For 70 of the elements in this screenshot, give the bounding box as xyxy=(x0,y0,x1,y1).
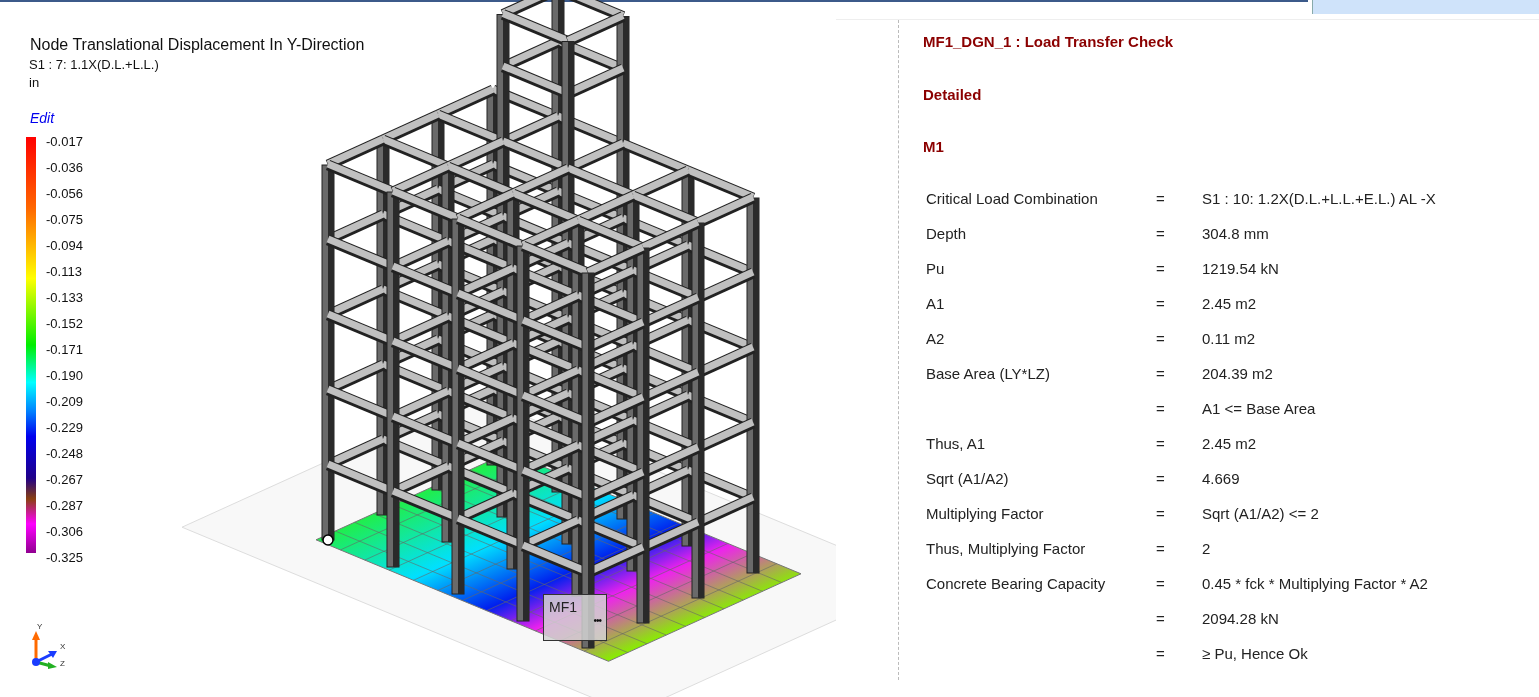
equals-sign: = xyxy=(1156,259,1166,279)
parameter-value: 304.8 mm xyxy=(1202,224,1270,244)
equals-sign: = xyxy=(1156,504,1166,524)
parameter-label: Base Area (LY*LZ) xyxy=(926,364,1051,384)
equals-sign: = xyxy=(1156,609,1166,629)
equals-sign: = xyxy=(1156,434,1166,454)
legend-value: -0.267 xyxy=(46,471,83,489)
parameter-value: 2 xyxy=(1202,539,1212,559)
parameter-value: 0.45 * fck * Multiplying Factor * A2 xyxy=(1202,574,1429,594)
section-heading: Detailed xyxy=(923,85,983,105)
axis-label: Y xyxy=(37,622,43,631)
parameter-value: 2.45 m2 xyxy=(1202,434,1258,454)
legend-value: -0.171 xyxy=(46,341,83,359)
legend-value: -0.094 xyxy=(46,237,83,255)
equals-sign: = xyxy=(1156,329,1166,349)
equals-sign: = xyxy=(1156,539,1166,559)
parameter-label: Critical Load Combination xyxy=(926,189,1099,209)
result-title: Node Translational Displacement In Y-Direction xyxy=(30,35,366,55)
member-heading: M1 xyxy=(923,137,945,157)
report-title: MF1_DGN_1 : Load Transfer Check xyxy=(923,32,1175,52)
more-button[interactable]: ••• xyxy=(593,615,601,627)
axis-triad-icon xyxy=(32,631,57,669)
parameter-value: 4.669 xyxy=(1202,469,1241,489)
parameter-value: 0.11 m2 xyxy=(1202,329,1257,349)
parameter-value: A1 <= Base Area xyxy=(1202,399,1317,419)
equals-sign: = xyxy=(1156,399,1166,419)
equals-sign: = xyxy=(1156,294,1166,314)
parameter-value: 2094.28 kN xyxy=(1202,609,1280,629)
tab-header[interactable] xyxy=(1312,0,1539,14)
edit-link[interactable]: Edit xyxy=(30,110,55,126)
parameter-label: A2 xyxy=(926,329,946,349)
legend-value: -0.325 xyxy=(46,549,83,567)
legend-value: -0.229 xyxy=(46,419,83,437)
unit-label: in xyxy=(29,74,41,92)
parameter-label: Thus, Multiplying Factor xyxy=(926,539,1087,559)
legend-value: -0.075 xyxy=(46,211,83,229)
legend-value: -0.152 xyxy=(46,315,83,333)
legend-value: -0.209 xyxy=(46,393,83,411)
parameter-value: Sqrt (A1/A2) <= 2 xyxy=(1202,504,1320,524)
parameter-value: 204.39 m2 xyxy=(1202,364,1274,384)
parameter-value: 1219.54 kN xyxy=(1202,259,1280,279)
legend-value: -0.113 xyxy=(46,263,83,281)
equals-sign: = xyxy=(1156,574,1166,594)
legend-value: -0.017 xyxy=(46,133,83,151)
equals-sign: = xyxy=(1156,189,1166,209)
parameter-label: Pu xyxy=(926,259,946,279)
parameter-value: 2.45 m2 xyxy=(1202,294,1258,314)
parameter-label: Sqrt (A1/A2) xyxy=(926,469,1010,489)
legend-value: -0.036 xyxy=(46,159,83,177)
tooltip-label: MF1 xyxy=(549,599,578,615)
parameter-label: Multiplying Factor xyxy=(926,504,1045,524)
parameter-label: A1 xyxy=(926,294,946,314)
equals-sign: = xyxy=(1156,224,1166,244)
axis-label: X xyxy=(60,642,66,651)
axis-label: Z xyxy=(60,659,65,668)
legend-value: -0.190 xyxy=(46,367,83,385)
equals-sign: = xyxy=(1156,469,1166,489)
parameter-label: Thus, A1 xyxy=(926,434,987,454)
legend-value: -0.306 xyxy=(46,523,83,541)
legend-value: -0.056 xyxy=(46,185,83,203)
parameter-value: ≥ Pu, Hence Ok xyxy=(1202,644,1309,664)
equals-sign: = xyxy=(1156,364,1166,384)
legend-value: -0.248 xyxy=(46,445,83,463)
legend-value: -0.287 xyxy=(46,497,83,515)
parameter-label: Concrete Bearing Capacity xyxy=(926,574,1107,594)
load-case-label: S1 : 7: 1.1X(D.L.+L.L.) xyxy=(29,56,160,74)
equals-sign: = xyxy=(1156,644,1166,664)
parameter-value: S1 : 10: 1.2X(D.L.+L.L.+E.L.) AL -X xyxy=(1202,189,1436,209)
parameter-label: Depth xyxy=(926,224,968,244)
legend-value: -0.133 xyxy=(46,289,83,307)
